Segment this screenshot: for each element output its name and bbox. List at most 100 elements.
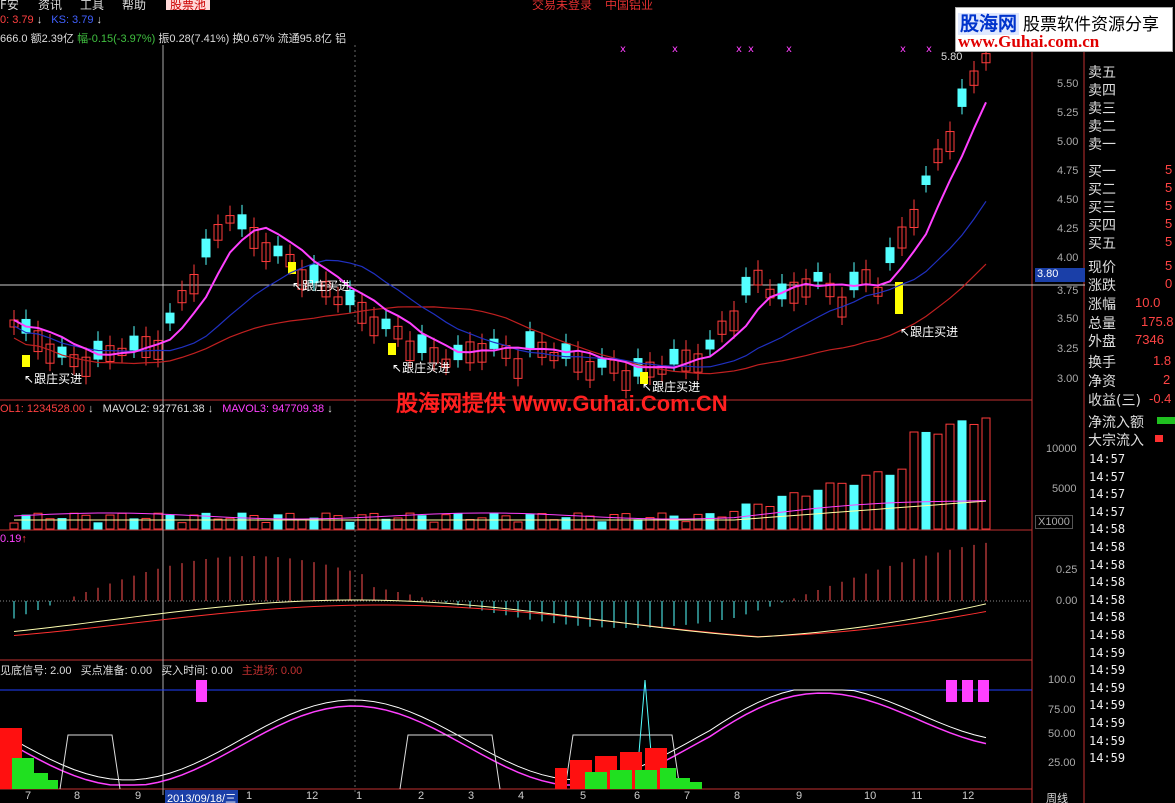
macd-value: 0.19 (0, 533, 22, 545)
macd-header: 0.19↑ (0, 533, 27, 545)
candle-body (165, 312, 175, 324)
quote-label: 净资 (1088, 374, 1116, 390)
quote-label: 换手 (1088, 355, 1116, 371)
volume-average-b (13, 500, 987, 520)
x-axis-label: 1 (356, 790, 363, 802)
volume-bar (333, 515, 343, 530)
volume-bar (105, 514, 115, 530)
signal-block (196, 680, 207, 702)
candle-body (849, 271, 859, 291)
candle-body (705, 339, 715, 350)
order-buy-level: 买三 (1088, 200, 1116, 216)
x-axis-label: 8 (734, 790, 741, 802)
tick-time: 14:58 (1089, 575, 1126, 590)
period-label[interactable]: 周线 (1046, 790, 1068, 803)
quote-value: 5 (1165, 258, 1173, 273)
tick-time: 14:58 (1089, 522, 1126, 537)
candle-body (129, 335, 139, 351)
signal-x-marker: x (736, 44, 742, 55)
signal-green-bar (585, 772, 607, 789)
signal-red-bar (555, 768, 567, 789)
signal-green-bar (610, 770, 632, 789)
volume-bar (453, 512, 463, 530)
volume-bar (213, 518, 223, 530)
quote-value: -0.4 (1149, 391, 1172, 406)
order-buy-level: 买二 (1088, 182, 1116, 198)
volume-bar (501, 515, 511, 530)
tick-time: 14:58 (1089, 540, 1126, 554)
volume-header: OL1: 1234528.00 ↓ MAVOL2: 927761.38 ↓ MA… (0, 403, 333, 415)
signal-bottom: 见底信号: 2.00 (0, 665, 72, 677)
vol1-value: OL1: 1234528.00 (0, 403, 86, 415)
info-amplitude: 振0.28(7.41%) 换0.67% 流通95.8亿 铝 (158, 33, 347, 45)
signal-block (962, 680, 973, 702)
volume-bar (933, 433, 943, 530)
mavol3-value: MAVOL3: 947709.38 (222, 403, 325, 415)
x-axis-label: 7 (25, 790, 32, 802)
candle-body (381, 318, 391, 330)
volume-bar (669, 515, 679, 530)
volume-bar (561, 517, 571, 530)
tick-time: 14:59 (1089, 680, 1126, 695)
moving-average-long (13, 263, 987, 375)
price-indicator-0: 0: 3.79 (0, 14, 34, 26)
quote-label: 现价 (1088, 260, 1116, 276)
volume-bar (717, 516, 727, 530)
volume-average-a (14, 500, 987, 521)
flow-swatch (1157, 417, 1175, 424)
signal-line-d (13, 692, 987, 786)
signal-green-bar (12, 758, 34, 789)
x-axis-label: 8 (74, 790, 81, 802)
order-buy-value: 5 (1165, 162, 1173, 177)
candle-body (885, 247, 895, 264)
volume-bar (489, 512, 499, 530)
price-tick: 4.75 (1057, 165, 1079, 177)
x-axis-label: 10 (864, 790, 877, 802)
volume-bar (585, 515, 595, 530)
volume-bar (897, 468, 907, 530)
quote-value: 175.8 (1141, 314, 1174, 329)
quote-label: 外盘 (1088, 334, 1116, 350)
volume-bar (297, 518, 307, 530)
signal-x-marker: x (786, 44, 792, 55)
down-arrow-icon: ↓ (36, 14, 43, 26)
mavol2-value: MAVOL2: 927761.38 (102, 403, 205, 415)
x-axis-label: 9 (135, 790, 142, 802)
candle-body (741, 276, 751, 296)
volume-bar (705, 513, 715, 530)
volume-bar (345, 521, 355, 530)
volume-bar (813, 489, 823, 530)
signal-tick: 50.00 (1048, 728, 1076, 740)
signal-tick: 25.00 (1048, 757, 1076, 769)
candle-body (237, 214, 247, 230)
volume-bar (885, 474, 895, 530)
volume-bar (465, 519, 475, 530)
signal-prepare: 买点准备: 0.00 (80, 665, 153, 677)
x-axis-label: 2 (418, 790, 425, 802)
signal-main-entry: 主进场: 0.00 (241, 665, 303, 677)
tick-time: 14:59 (1089, 663, 1126, 678)
high-price-label: 5.80 (941, 51, 963, 63)
candle-body (273, 245, 283, 257)
signal-line-k (13, 689, 987, 781)
order-sell-level: 卖五 (1088, 65, 1116, 81)
tick-time: 14:59 (1089, 645, 1126, 660)
signal-green-bar (34, 773, 48, 789)
order-buy-value: 5 (1165, 180, 1173, 195)
volume-unit-label: X1000 (1035, 515, 1073, 529)
price-indicator-ks: KS: 3.79 (51, 14, 94, 26)
signal-x-marker: x (620, 44, 626, 55)
candle-body (813, 271, 823, 282)
signal-buy-time: 买入时间: 0.00 (161, 665, 233, 677)
price-tick: 3.25 (1057, 343, 1079, 355)
order-buy-level: 买五 (1088, 236, 1116, 252)
tick-time: 14:59 (1089, 716, 1126, 730)
buy-signal-label: ↖跟庄买进 (392, 361, 451, 375)
signal-header: 见底信号: 2.00 买点准备: 0.00 买入时间: 0.00 主进场: 0.… (0, 662, 302, 678)
macd-dea (13, 604, 987, 638)
order-buy-level: 买一 (1088, 164, 1116, 180)
macd-tick: 0.25 (1056, 564, 1078, 576)
signal-x-marker: x (900, 44, 906, 55)
logo-banner[interactable]: 股海网 股票软件资源分享 www.Guhai.com.cn (955, 7, 1173, 52)
candle-body (201, 238, 211, 258)
